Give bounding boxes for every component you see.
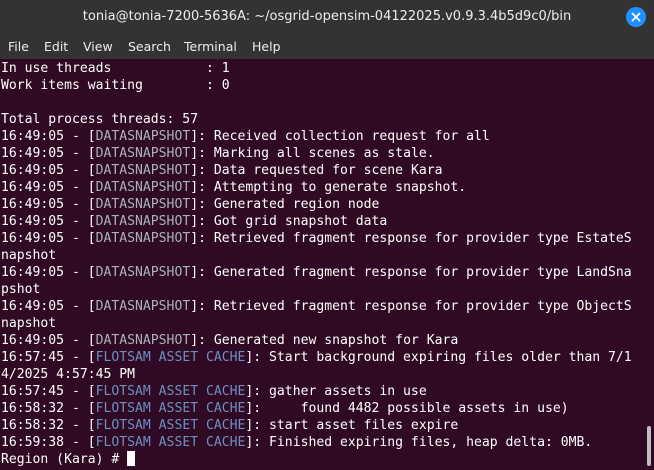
title-bar[interactable]: tonia@tonia-7200-5636A: ~/osgrid-opensim… — [0, 0, 654, 34]
terminal-line: 16:49:05 - [DATASNAPSHOT]: Generated fra… — [1, 264, 646, 281]
log-message: ]: Generated region node — [190, 197, 380, 212]
log-timestamp: 16:49:05 - [ — [1, 180, 96, 195]
log-timestamp: 16:49:05 - [ — [1, 265, 96, 280]
log-tag: DATASNAPSHOT — [95, 129, 191, 144]
log-timestamp: 16:49:05 - [ — [1, 231, 96, 246]
log-timestamp: 16:49:05 - [ — [1, 129, 96, 144]
terminal-line: 16:58:32 - [FLOTSAM ASSET CACHE]: start … — [1, 417, 646, 434]
terminal-line: 16:49:05 - [DATASNAPSHOT]: Retrieved fra… — [1, 298, 646, 315]
terminal-line: 16:49:05 - [DATASNAPSHOT]: Received coll… — [1, 128, 646, 145]
terminal-line: 16:49:05 - [DATASNAPSHOT]: Generated reg… — [1, 196, 646, 213]
log-tag: DATASNAPSHOT — [95, 146, 191, 161]
log-timestamp: 16:49:05 - [ — [1, 299, 96, 314]
prompt-text: Region (Kara) # — [1, 452, 128, 467]
log-timestamp: 16:49:05 - [ — [1, 333, 96, 348]
terminal-line: 16:49:05 - [DATASNAPSHOT]: Got grid snap… — [1, 213, 646, 230]
log-message: ]: Finished expiring files, heap delta: … — [245, 435, 593, 450]
log-timestamp: 16:58:32 - [ — [1, 418, 96, 433]
terminal-line: pshot — [1, 282, 41, 297]
log-message: ]: gather assets in use — [245, 384, 427, 399]
log-timestamp: 16:49:05 - [ — [1, 197, 96, 212]
menu-edit[interactable]: Edit — [44, 34, 68, 59]
scrollbar[interactable] — [646, 59, 654, 470]
terminal-line: 16:49:05 - [DATASNAPSHOT]: Attempting to… — [1, 179, 646, 196]
log-tag: FLOTSAM ASSET CACHE — [95, 401, 246, 416]
log-timestamp: 16:49:05 - [ — [1, 163, 96, 178]
log-timestamp: 16:59:38 - [ — [1, 435, 96, 450]
log-tag: FLOTSAM ASSET CACHE — [95, 418, 246, 433]
log-tag: DATASNAPSHOT — [95, 299, 191, 314]
terminal-line: 16:59:38 - [FLOTSAM ASSET CACHE]: Finish… — [1, 434, 646, 451]
log-tag: FLOTSAM ASSET CACHE — [95, 435, 246, 450]
log-timestamp: 16:57:45 - [ — [1, 384, 96, 399]
log-tag: DATASNAPSHOT — [95, 333, 191, 348]
log-message: ]: Data requested for scene Kara — [190, 163, 443, 178]
log-message: ]: Retrieved fragment response for provi… — [190, 231, 632, 246]
terminal-output[interactable]: In use threads : 1 Work items waiting : 0… — [0, 59, 654, 470]
menu-search[interactable]: Search — [128, 34, 171, 59]
menu-file[interactable]: File — [8, 34, 29, 59]
log-message: ]: Received collection request for all — [190, 129, 490, 144]
terminal-line: Work items waiting : 0 — [1, 78, 230, 93]
log-message: ]: found 4482 possible assets in use) — [245, 401, 569, 416]
log-tag: FLOTSAM ASSET CACHE — [95, 384, 246, 399]
log-message: ]: Marking all scenes as stale. — [190, 146, 435, 161]
log-timestamp: 16:49:05 - [ — [1, 214, 96, 229]
prompt-line[interactable]: Region (Kara) # — [1, 451, 646, 468]
log-timestamp: 16:57:45 - [ — [1, 350, 96, 365]
log-tag: DATASNAPSHOT — [95, 265, 191, 280]
log-message: ]: Start background expiring files older… — [245, 350, 632, 365]
log-message: ]: Retrieved fragment response for provi… — [190, 299, 632, 314]
log-tag: FLOTSAM ASSET CACHE — [95, 350, 246, 365]
log-message: ]: Generated new snapshot for Kara — [190, 333, 459, 348]
menu-bar: File Edit View Search Terminal Help — [0, 34, 654, 59]
close-button[interactable] — [626, 7, 646, 27]
log-tag: DATASNAPSHOT — [95, 214, 191, 229]
terminal-line: 16:57:45 - [FLOTSAM ASSET CACHE]: Start … — [1, 349, 646, 366]
text-cursor — [127, 451, 136, 466]
terminal-line: 16:49:05 - [DATASNAPSHOT]: Retrieved fra… — [1, 230, 646, 247]
window-title: tonia@tonia-7200-5636A: ~/osgrid-opensim… — [82, 9, 572, 24]
terminal-line: In use threads : 1 — [1, 61, 230, 76]
log-message: ]: Got grid snapshot data — [190, 214, 388, 229]
terminal-window: tonia@tonia-7200-5636A: ~/osgrid-opensim… — [0, 0, 654, 470]
terminal-line: napshot — [1, 248, 57, 263]
terminal-line: 4/2025 4:57:45 PM — [1, 367, 136, 382]
terminal-line: 16:49:05 - [DATASNAPSHOT]: Marking all s… — [1, 145, 646, 162]
log-tag: DATASNAPSHOT — [95, 197, 191, 212]
scrollbar-thumb[interactable] — [647, 426, 651, 466]
log-tag: DATASNAPSHOT — [95, 231, 191, 246]
log-tag: DATASNAPSHOT — [95, 180, 191, 195]
terminal-line: Total process threads: 57 — [1, 112, 199, 127]
terminal-line: 16:57:45 - [FLOTSAM ASSET CACHE]: gather… — [1, 383, 646, 400]
log-message: ]: Attempting to generate snapshot. — [190, 180, 467, 195]
log-tag: DATASNAPSHOT — [95, 163, 191, 178]
close-icon — [631, 12, 641, 22]
log-timestamp: 16:58:32 - [ — [1, 401, 96, 416]
terminal-line: 16:49:05 - [DATASNAPSHOT]: Generated new… — [1, 332, 646, 349]
terminal-line: 16:49:05 - [DATASNAPSHOT]: Data requeste… — [1, 162, 646, 179]
terminal-lines: In use threads : 1 Work items waiting : 0… — [1, 60, 646, 468]
menu-view[interactable]: View — [83, 34, 113, 59]
terminal-line: napshot — [1, 316, 57, 331]
log-timestamp: 16:49:05 - [ — [1, 146, 96, 161]
menu-help[interactable]: Help — [252, 34, 281, 59]
log-message: ]: start asset files expire — [245, 418, 459, 433]
menu-terminal[interactable]: Terminal — [184, 34, 237, 59]
log-message: ]: Generated fragment response for provi… — [190, 265, 632, 280]
terminal-line: 16:58:32 - [FLOTSAM ASSET CACHE]: found … — [1, 400, 646, 417]
